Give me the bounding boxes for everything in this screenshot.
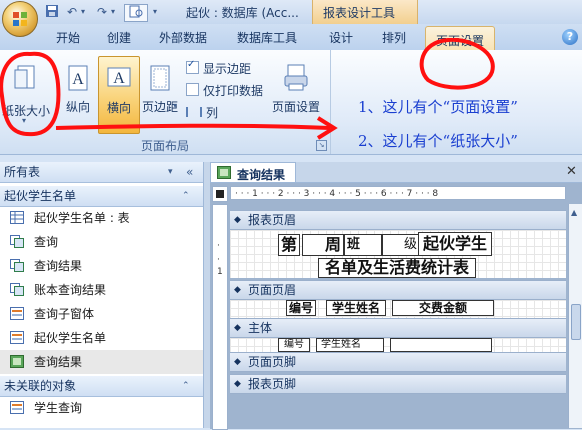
scroll-up-icon[interactable]: ▲: [571, 208, 577, 217]
band-label: 报表页脚: [248, 377, 297, 391]
page-setup-tab-circle: [419, 38, 495, 90]
scroll-thumb[interactable]: [571, 304, 581, 340]
nav-item-query-result[interactable]: 查询结果: [0, 254, 203, 278]
field-name[interactable]: 学生姓名: [316, 338, 384, 352]
nav-header[interactable]: 所有表 ▾ «: [0, 162, 203, 183]
nav-item-label: 账本查询结果: [34, 283, 107, 297]
nav-item-report[interactable]: 查询结果: [0, 350, 203, 374]
nav-group-header-2[interactable]: 未关联的对象 ⌃: [0, 376, 203, 397]
nav-group-collapse-icon[interactable]: ⌃: [182, 186, 190, 206]
report-footer-band[interactable]: ◆ 报表页脚: [230, 374, 566, 394]
form-icon: [10, 307, 24, 320]
column-header-amount[interactable]: 交费金额: [392, 300, 494, 316]
field-id[interactable]: 编号: [278, 338, 310, 352]
query-icon: [10, 235, 24, 248]
column-header-id[interactable]: 编号: [286, 300, 316, 316]
band-arrow-icon: ◆: [234, 323, 241, 333]
report-icon: [217, 166, 231, 179]
nav-item-label: 起伙学生名单: [34, 331, 107, 345]
nav-collapse-icon[interactable]: «: [186, 162, 193, 182]
nav-item-label: 学生查询: [34, 401, 83, 415]
nav-group-collapse-icon[interactable]: ⌃: [182, 376, 190, 396]
field-amount[interactable]: [390, 338, 492, 352]
nav-item-subform[interactable]: 查询子窗体: [0, 302, 203, 326]
nav-item-label: 查询结果: [34, 259, 83, 273]
vertical-ruler: · · 1: [212, 204, 228, 430]
form-icon: [10, 331, 24, 344]
band-label: 页面页脚: [248, 355, 297, 369]
window-title: 起伙 : 数据库 (Acc...: [186, 6, 299, 20]
close-document-icon[interactable]: ✕: [566, 164, 577, 179]
query-icon: [10, 259, 24, 272]
nav-item-label: 查询子窗体: [34, 307, 95, 321]
band-arrow-icon: ◆: [234, 215, 241, 225]
annotation-note-1: 1、这儿有个“页面设置”: [358, 98, 518, 116]
page-header-band[interactable]: ◆ 页面页眉: [230, 280, 566, 300]
table-icon: [10, 211, 24, 224]
page-header-section: 编号 学生姓名 交费金额: [230, 300, 566, 318]
nav-title: 所有表: [4, 165, 41, 179]
title-label-class[interactable]: 班: [344, 234, 382, 256]
horizontal-ruler: · · · 1 · · · 2 · · · 3 · · · 4 · · · 5 …: [230, 186, 566, 200]
annotation-arrow-line: [55, 123, 331, 130]
save-icon[interactable]: [44, 4, 60, 20]
band-arrow-icon: ◆: [234, 357, 241, 367]
annotation-note-2: 2、这儿有个“纸张大小”: [358, 132, 518, 150]
title-label-grade[interactable]: 级: [382, 234, 420, 256]
document-tab[interactable]: 查询结果: [210, 162, 296, 183]
title-label-students[interactable]: 起伙学生: [418, 232, 492, 256]
office-button[interactable]: [2, 1, 38, 37]
nav-item-student-query[interactable]: 学生查询: [0, 396, 203, 420]
nav-item-label: 查询结果: [34, 355, 83, 369]
page-footer-band[interactable]: ◆ 页面页脚: [230, 352, 566, 372]
title-label-week[interactable]: 周: [302, 234, 344, 256]
query-icon: [10, 283, 24, 296]
detail-band[interactable]: ◆ 主体: [230, 318, 566, 338]
context-tab-title: 报表设计工具: [312, 0, 418, 24]
nav-group-title: 未关联的对象: [4, 379, 77, 393]
nav-item-table[interactable]: 起伙学生名单 : 表: [0, 206, 203, 230]
report-icon: [10, 355, 24, 368]
nav-menu-icon[interactable]: ▾: [168, 162, 173, 182]
nav-group-title: 起伙学生名单: [4, 189, 77, 203]
quick-access-customize-icon[interactable]: ▾: [150, 4, 160, 20]
report-selector[interactable]: [212, 186, 228, 202]
band-label: 主体: [248, 321, 273, 335]
form-icon: [10, 401, 24, 414]
document-tab-title: 查询结果: [237, 168, 286, 182]
report-header-band[interactable]: ◆ 报表页眉: [230, 210, 566, 230]
nav-item-label: 起伙学生名单 : 表: [34, 211, 130, 225]
band-label: 报表页眉: [248, 213, 297, 227]
undo-dropdown-icon[interactable]: ▾: [78, 4, 88, 20]
column-header-name[interactable]: 学生姓名: [326, 300, 386, 316]
nav-item-label: 查询: [34, 235, 59, 249]
title-label-week-prefix[interactable]: 第: [278, 234, 300, 256]
office-logo-icon: [13, 12, 27, 26]
nav-item-query[interactable]: 查询: [0, 230, 203, 254]
redo-dropdown-icon[interactable]: ▾: [108, 4, 118, 20]
band-arrow-icon: ◆: [234, 379, 241, 389]
paper-size-circle: [0, 51, 61, 137]
context-tab-label: 报表设计工具: [323, 6, 396, 20]
detail-section: 编号 学生姓名: [230, 338, 566, 352]
nav-item-form[interactable]: 起伙学生名单: [0, 326, 203, 350]
band-label: 页面页眉: [248, 283, 297, 297]
report-header-section: 第 周 班 级 起伙学生 名单及生活费统计表: [230, 230, 566, 278]
vertical-scrollbar[interactable]: ▲: [568, 204, 582, 428]
band-arrow-icon: ◆: [234, 285, 241, 295]
title-label-subtitle[interactable]: 名单及生活费统计表: [318, 258, 476, 278]
nav-item-ledger-query[interactable]: 账本查询结果: [0, 278, 203, 302]
nav-group-header[interactable]: 起伙学生名单 ⌃: [0, 186, 203, 207]
print-preview-icon[interactable]: [124, 4, 148, 22]
